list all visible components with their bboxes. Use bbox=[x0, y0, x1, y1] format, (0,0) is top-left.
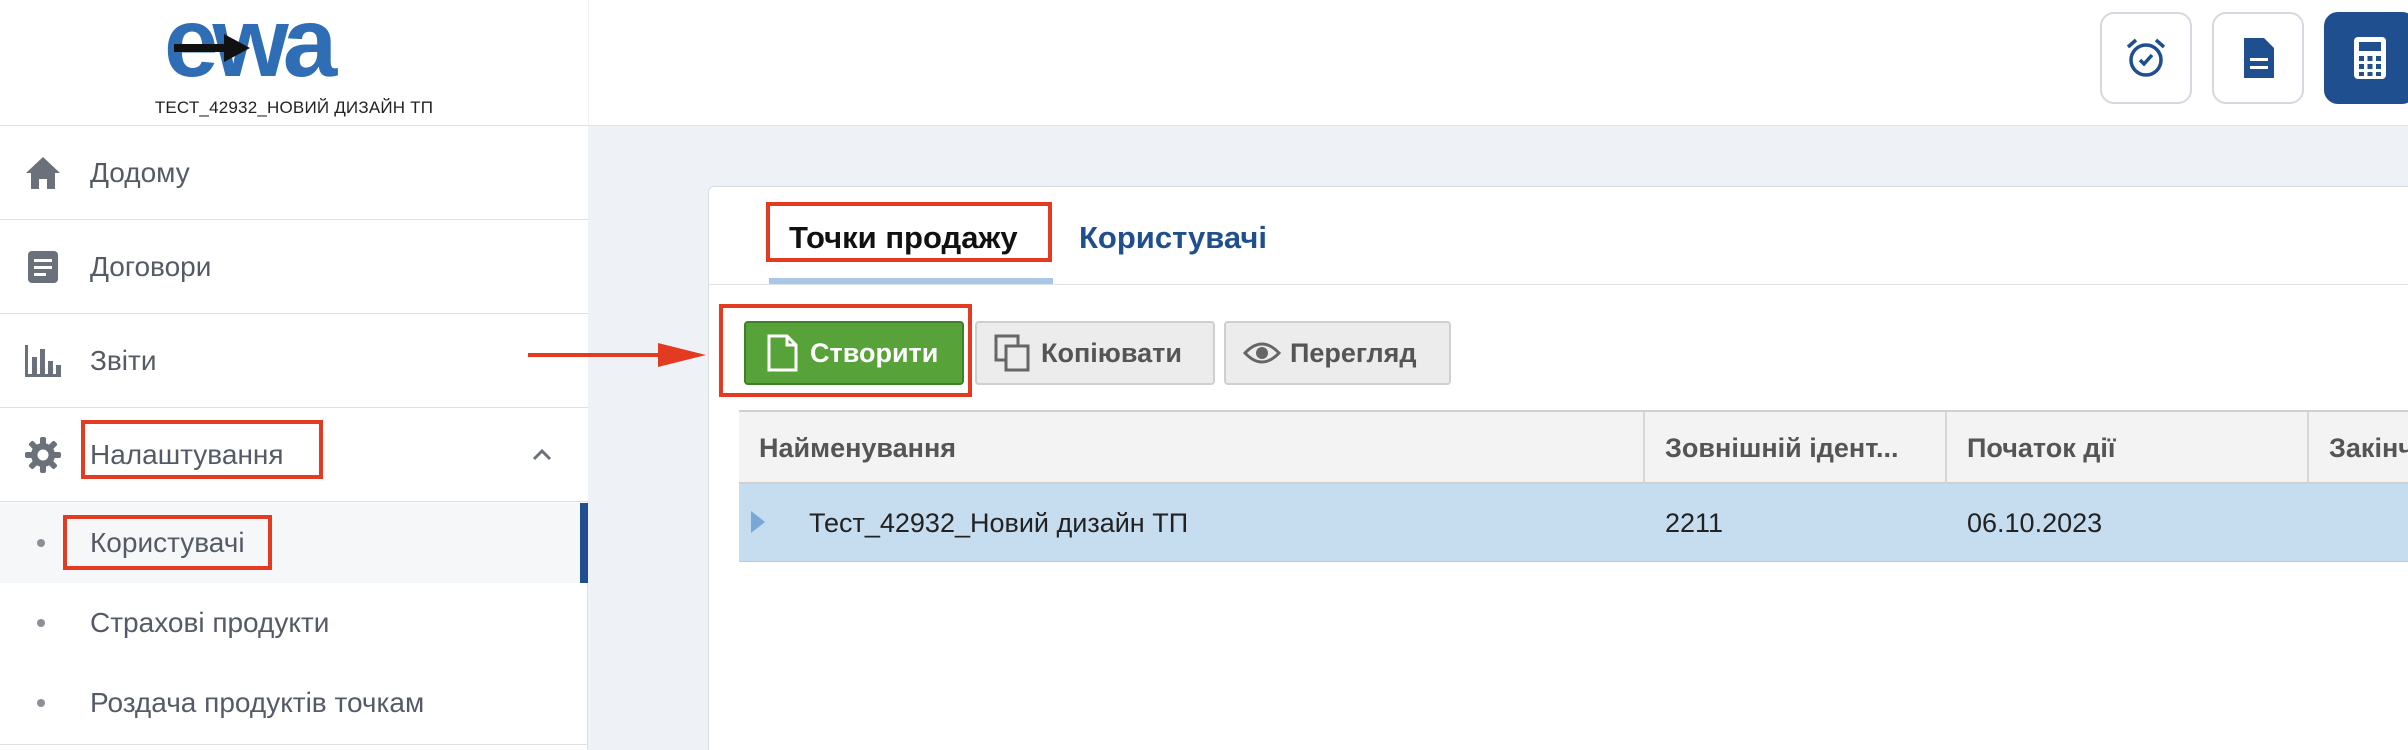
active-indicator bbox=[580, 503, 588, 583]
expand-arrow-icon[interactable] bbox=[751, 511, 765, 533]
sidebar-item-reports[interactable]: Звіти bbox=[0, 314, 588, 408]
document-icon bbox=[2244, 38, 2274, 78]
column-header-name[interactable]: Найменування bbox=[739, 412, 1645, 484]
bullet-icon bbox=[37, 699, 45, 707]
sidebar-subitem-insurance-products[interactable]: Страхові продукти bbox=[0, 583, 588, 663]
sidebar-item-contracts[interactable]: Договори bbox=[0, 220, 588, 314]
sidebar-item-label: Налаштування bbox=[90, 438, 284, 470]
cell-start-date: 06.10.2023 bbox=[1967, 507, 2103, 538]
sidebar-item-settings[interactable]: Налаштування bbox=[0, 408, 588, 502]
sidebar-item-label: Договори bbox=[90, 250, 212, 282]
table-row[interactable]: Тест_42932_Новий дизайн ТП 2211 06.10.20… bbox=[739, 484, 2408, 562]
ewa-logo[interactable]: ewa bbox=[164, 4, 414, 90]
new-document-icon bbox=[762, 333, 802, 373]
calculator-button[interactable] bbox=[2324, 12, 2408, 104]
tab-users[interactable]: Користувачі bbox=[1079, 220, 1267, 256]
cell-name: Тест_42932_Новий дизайн ТП bbox=[809, 507, 1189, 538]
logo-area: ewa ТЕСТ_42932_НОВИЙ ДИЗАЙН ТП bbox=[0, 0, 588, 126]
alarm-clock-icon bbox=[2126, 38, 2166, 77]
main-card: Точки продажу Користувачі Створити Копію… bbox=[708, 186, 2408, 750]
eye-icon bbox=[1242, 333, 1282, 373]
org-name: ТЕСТ_42932_НОВИЙ ДИЗАЙН ТП bbox=[154, 98, 434, 117]
sidebar-subitem-users[interactable]: Користувачі bbox=[0, 503, 588, 583]
sidebar-subitem-product-distribution[interactable]: Роздача продуктів точкам bbox=[0, 663, 588, 743]
tab-sales-points[interactable]: Точки продажу bbox=[789, 220, 1018, 256]
copy-button-label: Копіювати bbox=[1041, 337, 1182, 368]
chevron-up-icon[interactable] bbox=[530, 443, 554, 467]
create-button[interactable]: Створити bbox=[744, 321, 964, 385]
copy-icon bbox=[993, 333, 1033, 373]
cell-external-id: 2211 bbox=[1665, 507, 1724, 538]
view-button-label: Перегляд bbox=[1290, 337, 1417, 368]
bullet-icon bbox=[37, 539, 45, 547]
alarm-button[interactable] bbox=[2100, 12, 2192, 104]
sidebar-item-home[interactable]: Додому bbox=[0, 126, 588, 220]
top-header bbox=[589, 0, 2408, 126]
gear-icon bbox=[22, 434, 64, 476]
sidebar-item-label: Звіти bbox=[90, 344, 157, 376]
sidebar-subitem-label: Роздача продуктів точкам bbox=[90, 687, 425, 718]
column-header-external-id[interactable]: Зовнішній ідент... bbox=[1645, 412, 1947, 484]
sidebar-subitem-label: Страхові продукти bbox=[90, 607, 330, 638]
tabs-divider bbox=[709, 284, 2408, 285]
column-header-end-date[interactable]: Закінч bbox=[2309, 412, 2408, 484]
copy-button[interactable]: Копіювати bbox=[975, 321, 1215, 385]
sidebar: ewa ТЕСТ_42932_НОВИЙ ДИЗАЙН ТП Додому До… bbox=[0, 0, 588, 750]
home-icon bbox=[22, 152, 64, 194]
bullet-icon bbox=[37, 619, 45, 627]
column-header-start-date[interactable]: Початок дії bbox=[1947, 412, 2309, 484]
create-button-label: Створити bbox=[810, 337, 939, 368]
document-list-icon bbox=[22, 246, 64, 288]
document-button[interactable] bbox=[2212, 12, 2304, 104]
view-button[interactable]: Перегляд bbox=[1224, 321, 1451, 385]
bar-chart-icon bbox=[22, 340, 64, 382]
divider bbox=[0, 744, 588, 745]
sidebar-item-label: Додому bbox=[90, 156, 190, 188]
calculator-icon bbox=[2354, 37, 2386, 79]
table-header: Найменування Зовнішній ідент... Початок … bbox=[739, 410, 2408, 484]
sidebar-subitem-label: Користувачі bbox=[90, 527, 245, 558]
annotation-arrow bbox=[528, 343, 706, 367]
